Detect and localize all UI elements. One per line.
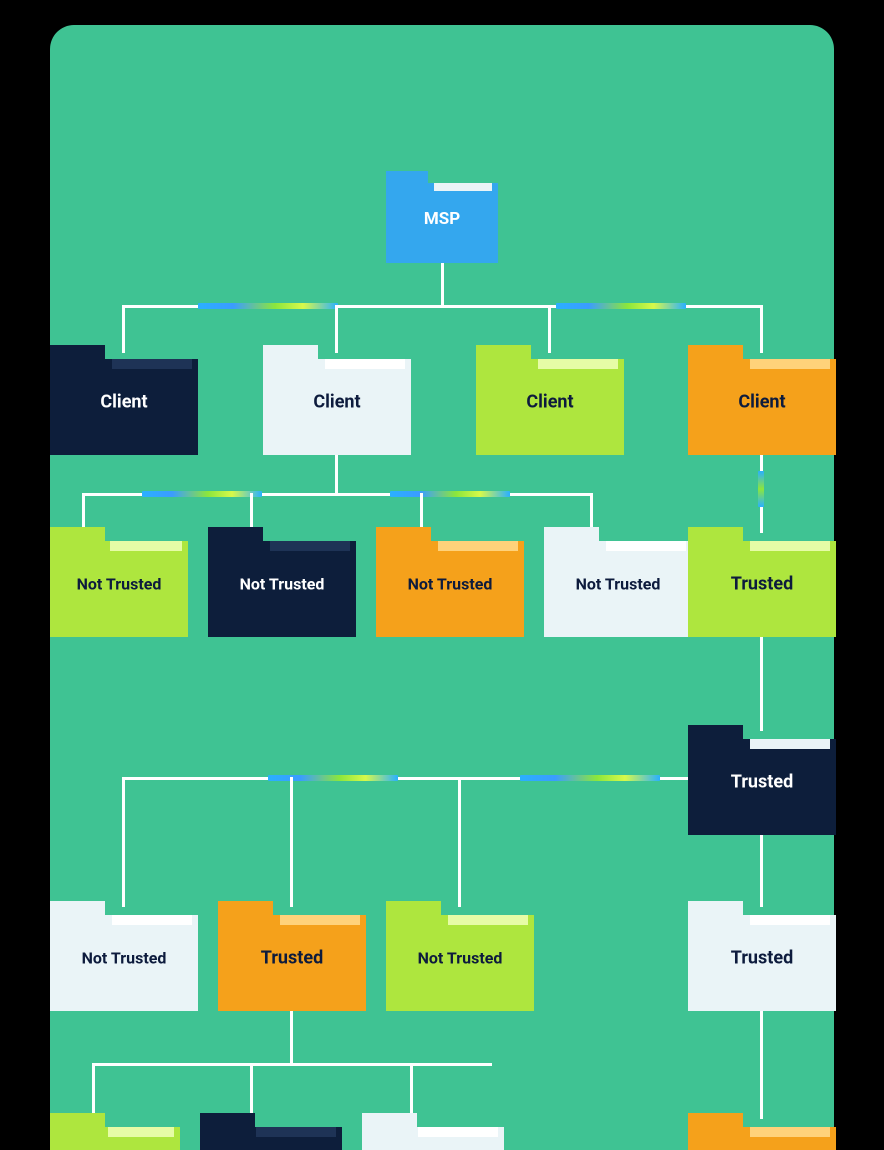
folder-nottrusted-lime-2: Not Trusted (386, 901, 534, 1011)
connector (290, 777, 293, 907)
connector (290, 1011, 293, 1065)
folder-client-lime: Client (476, 345, 624, 455)
folder-client-white: Client (263, 345, 411, 455)
connector (92, 1063, 95, 1119)
folder-label: Client (688, 392, 836, 413)
folder-partial-white (362, 1113, 504, 1150)
folder-client-orange: Client (688, 345, 836, 455)
connector (760, 835, 763, 907)
folder-label: Not Trusted (376, 575, 524, 594)
connector (335, 455, 338, 495)
folder-partial-orange (688, 1113, 836, 1150)
folder-label: Client (263, 392, 411, 413)
folder-nottrusted-orange: Not Trusted (376, 527, 524, 637)
connector-accent (758, 471, 764, 507)
folder-nottrusted-white: Not Trusted (544, 527, 692, 637)
connector (122, 777, 125, 907)
connector (760, 637, 763, 731)
folder-trusted-orange: Trusted (218, 901, 366, 1011)
diagram-panel: MSP Client Client Client Client (50, 25, 834, 1150)
folder-msp: MSP (386, 171, 498, 263)
connector-accent (198, 303, 338, 309)
connector-accent (142, 491, 262, 497)
folder-nottrusted-lime: Not Trusted (50, 527, 188, 637)
folder-label: Client (476, 392, 624, 413)
folder-trusted-navy: Trusted (688, 725, 836, 835)
folder-label: Not Trusted (50, 949, 198, 968)
folder-nottrusted-white-2: Not Trusted (50, 901, 198, 1011)
folder-label: Trusted (218, 948, 366, 969)
connector (92, 1063, 492, 1066)
folder-label: Trusted (688, 574, 836, 595)
folder-trusted-white: Trusted (688, 901, 836, 1011)
connector (250, 1063, 253, 1119)
folder-label: Not Trusted (208, 575, 356, 594)
connector (410, 1063, 413, 1119)
folder-label: Not Trusted (386, 949, 534, 968)
folder-client-navy: Client (50, 345, 198, 455)
connector (441, 261, 444, 307)
folder-label: Not Trusted (544, 575, 692, 594)
folder-partial-navy (200, 1113, 342, 1150)
folder-trusted-lime: Trusted (688, 527, 836, 637)
diagram-stage: MSP Client Client Client Client (0, 0, 884, 1150)
folder-nottrusted-navy: Not Trusted (208, 527, 356, 637)
folder-label: Client (50, 392, 198, 413)
connector-accent (268, 775, 398, 781)
connector-accent (520, 775, 660, 781)
connector (760, 1011, 763, 1119)
connector-accent (556, 303, 686, 309)
folder-label: Trusted (688, 772, 836, 793)
connector-accent (390, 491, 510, 497)
folder-label: Not Trusted (50, 575, 188, 594)
connector (458, 777, 461, 907)
folder-label: Trusted (688, 948, 836, 969)
folder-label: MSP (386, 209, 498, 229)
folder-partial-lime (50, 1113, 180, 1150)
